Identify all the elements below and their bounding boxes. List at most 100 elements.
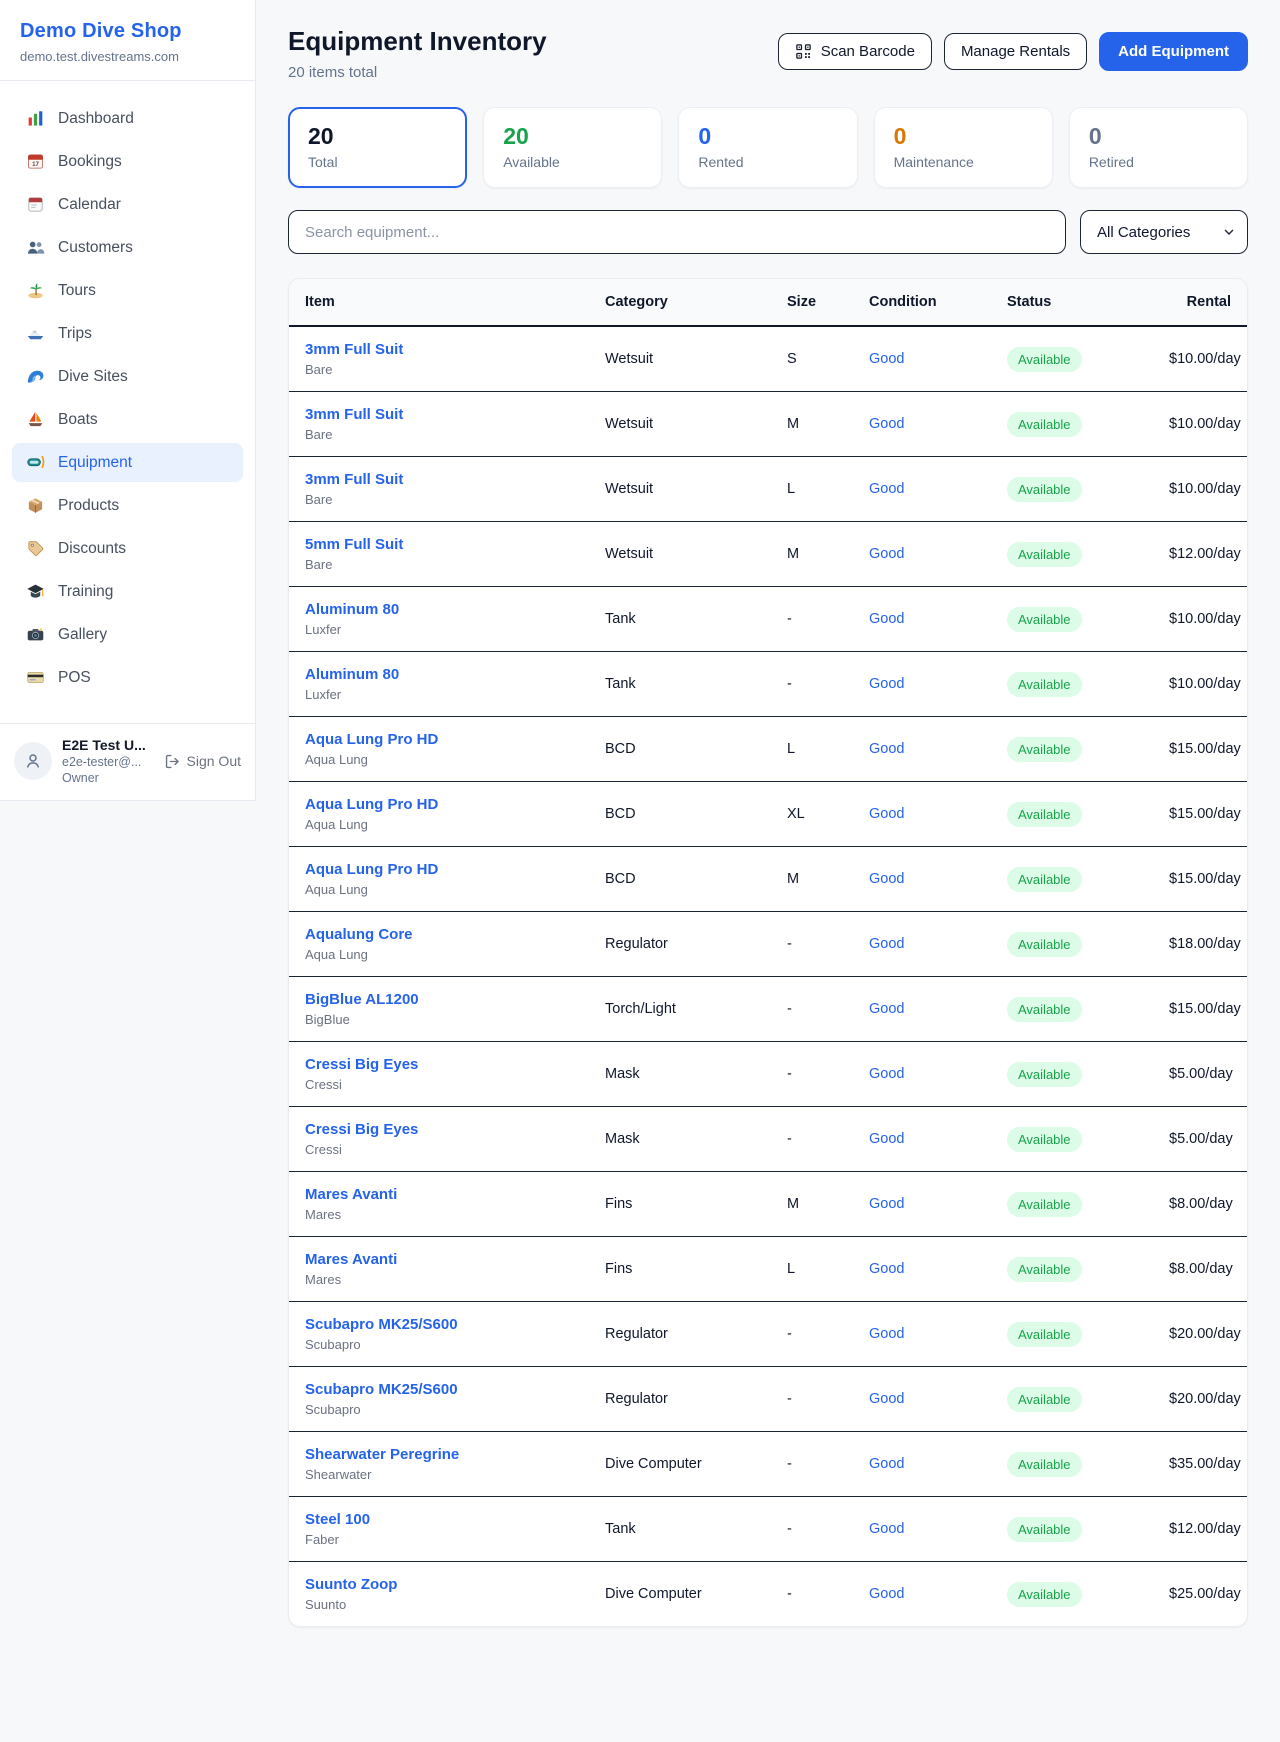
status-cell: Available: [991, 717, 1153, 782]
item-name-link[interactable]: BigBlue AL1200: [305, 991, 573, 1008]
sidebar-nav: Dashboard 17 Bookings Calendar Customers…: [0, 81, 255, 723]
user-email: e2e-tester@...: [62, 755, 146, 769]
category-select[interactable]: All Categories: [1080, 210, 1248, 254]
stat-card-available[interactable]: 20 Available: [483, 107, 662, 188]
item-name-link[interactable]: Suunto Zoop: [305, 1576, 573, 1593]
condition-cell: Good: [853, 652, 991, 717]
add-equipment-button[interactable]: Add Equipment: [1099, 32, 1248, 71]
condition-link[interactable]: Good: [869, 1391, 904, 1407]
item-name-link[interactable]: Aqua Lung Pro HD: [305, 731, 573, 748]
sidebar-item-dashboard[interactable]: Dashboard: [12, 99, 243, 138]
table-row: Aqua Lung Pro HD Aqua Lung BCD L Good Av…: [289, 717, 1247, 782]
item-name-link[interactable]: Steel 100: [305, 1511, 573, 1528]
person-icon: [23, 751, 43, 771]
condition-cell: Good: [853, 847, 991, 912]
status-badge: Available: [1007, 1387, 1082, 1412]
sidebar-item-calendar[interactable]: Calendar: [12, 185, 243, 224]
stat-card-maintenance[interactable]: 0 Maintenance: [874, 107, 1053, 188]
condition-link[interactable]: Good: [869, 416, 904, 432]
status-badge: Available: [1007, 1322, 1082, 1347]
item-name-link[interactable]: Mares Avanti: [305, 1251, 573, 1268]
search-input[interactable]: [288, 210, 1066, 254]
item-name-link[interactable]: Cressi Big Eyes: [305, 1121, 573, 1138]
sidebar-item-training[interactable]: Training: [12, 572, 243, 611]
condition-cell: Good: [853, 1107, 991, 1172]
item-name-link[interactable]: Mares Avanti: [305, 1186, 573, 1203]
condition-link[interactable]: Good: [869, 1456, 904, 1472]
item-name-link[interactable]: Aqualung Core: [305, 926, 573, 943]
condition-cell: Good: [853, 977, 991, 1042]
stat-card-retired[interactable]: 0 Retired: [1069, 107, 1248, 188]
condition-link[interactable]: Good: [869, 1131, 904, 1147]
condition-link[interactable]: Good: [869, 546, 904, 562]
sidebar-item-trips[interactable]: Trips: [12, 314, 243, 353]
item-name-link[interactable]: Shearwater Peregrine: [305, 1446, 573, 1463]
table-row: Aluminum 80 Luxfer Tank - Good Available…: [289, 652, 1247, 717]
scan-barcode-button[interactable]: Scan Barcode: [778, 33, 932, 70]
condition-link[interactable]: Good: [869, 936, 904, 952]
sidebar-item-discounts[interactable]: Discounts: [12, 529, 243, 568]
condition-link[interactable]: Good: [869, 611, 904, 627]
sidebar-item-gallery[interactable]: Gallery: [12, 615, 243, 654]
stat-card-total[interactable]: 20 Total: [288, 107, 467, 188]
item-name-link[interactable]: Aluminum 80: [305, 666, 573, 683]
condition-cell: Good: [853, 326, 991, 392]
sidebar-item-boats[interactable]: Boats: [12, 400, 243, 439]
status-badge: Available: [1007, 412, 1082, 437]
sidebar-item-dive-sites[interactable]: Dive Sites: [12, 357, 243, 396]
item-name-link[interactable]: Aqua Lung Pro HD: [305, 796, 573, 813]
stat-card-rented[interactable]: 0 Rented: [678, 107, 857, 188]
item-name-link[interactable]: 3mm Full Suit: [305, 406, 573, 423]
item-name-link[interactable]: 3mm Full Suit: [305, 341, 573, 358]
sidebar-item-bookings[interactable]: 17 Bookings: [12, 142, 243, 181]
condition-link[interactable]: Good: [869, 676, 904, 692]
condition-link[interactable]: Good: [869, 871, 904, 887]
brand-name[interactable]: Demo Dive Shop: [20, 20, 235, 43]
status-cell: Available: [991, 522, 1153, 587]
condition-link[interactable]: Good: [869, 481, 904, 497]
item-brand: Shearwater: [305, 1467, 573, 1482]
condition-cell: Good: [853, 717, 991, 782]
sign-out-button[interactable]: Sign Out: [164, 753, 241, 770]
rental-cell: $18.00/day: [1153, 912, 1247, 977]
table-row: 3mm Full Suit Bare Wetsuit M Good Availa…: [289, 392, 1247, 457]
condition-cell: Good: [853, 1562, 991, 1627]
condition-link[interactable]: Good: [869, 1261, 904, 1277]
sidebar-item-label: Tours: [58, 282, 96, 300]
item-name-link[interactable]: Aqua Lung Pro HD: [305, 861, 573, 878]
camera-icon: [26, 625, 45, 644]
status-cell: Available: [991, 1367, 1153, 1432]
page: Demo Dive Shop demo.test.divestreams.com…: [0, 0, 1280, 1647]
filter-row: All Categories: [288, 210, 1248, 254]
condition-link[interactable]: Good: [869, 1066, 904, 1082]
manage-rentals-button[interactable]: Manage Rentals: [944, 33, 1087, 70]
sidebar-item-tours[interactable]: Tours: [12, 271, 243, 310]
condition-link[interactable]: Good: [869, 806, 904, 822]
condition-link[interactable]: Good: [869, 351, 904, 367]
category-cell: BCD: [589, 847, 771, 912]
item-name-link[interactable]: Aluminum 80: [305, 601, 573, 618]
item-name-link[interactable]: 5mm Full Suit: [305, 536, 573, 553]
item-name-link[interactable]: Scubapro MK25/S600: [305, 1381, 573, 1398]
item-name-link[interactable]: Scubapro MK25/S600: [305, 1316, 573, 1333]
item-cell: 3mm Full Suit Bare: [289, 457, 589, 522]
item-brand: BigBlue: [305, 1012, 573, 1027]
condition-link[interactable]: Good: [869, 1001, 904, 1017]
sidebar-item-pos[interactable]: POS: [12, 658, 243, 697]
item-brand: Aqua Lung: [305, 947, 573, 962]
condition-link[interactable]: Good: [869, 1326, 904, 1342]
status-badge: Available: [1007, 737, 1082, 762]
sidebar-item-equipment[interactable]: Equipment: [12, 443, 243, 482]
sidebar-item-label: Boats: [58, 411, 98, 429]
sidebar-item-customers[interactable]: Customers: [12, 228, 243, 267]
condition-link[interactable]: Good: [869, 1196, 904, 1212]
item-name-link[interactable]: 3mm Full Suit: [305, 471, 573, 488]
item-cell: Aluminum 80 Luxfer: [289, 652, 589, 717]
item-cell: Aqua Lung Pro HD Aqua Lung: [289, 847, 589, 912]
item-name-link[interactable]: Cressi Big Eyes: [305, 1056, 573, 1073]
condition-link[interactable]: Good: [869, 1521, 904, 1537]
manage-rentals-label: Manage Rentals: [961, 43, 1070, 60]
condition-link[interactable]: Good: [869, 1586, 904, 1602]
sidebar-item-products[interactable]: Products: [12, 486, 243, 525]
condition-link[interactable]: Good: [869, 741, 904, 757]
